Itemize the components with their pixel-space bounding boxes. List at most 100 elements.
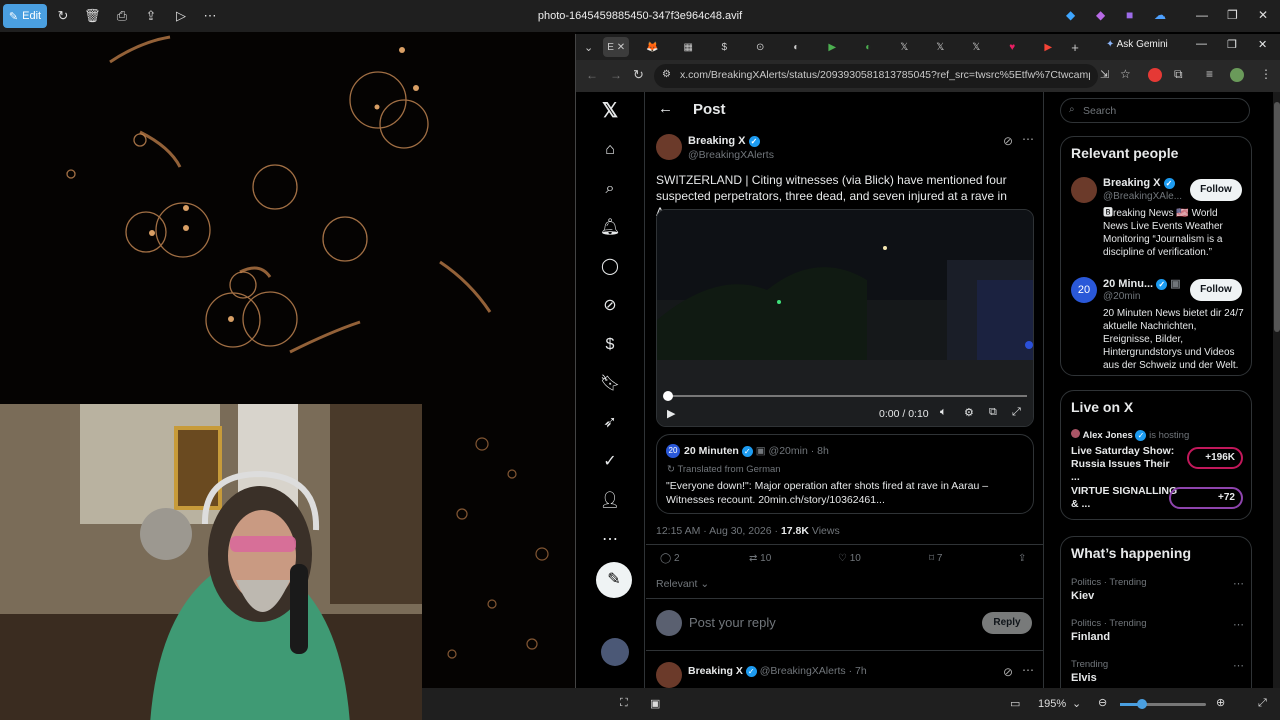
author-name-row[interactable]: Breaking X ✓ xyxy=(688,135,760,147)
video-player[interactable]: ▶ 0:00 / 0:10 🔈︎ ⚙ ⧉ ⤢ xyxy=(656,209,1034,427)
chat-icon[interactable]: ◯ xyxy=(599,256,621,278)
site-info-icon[interactable]: ⚙ xyxy=(662,69,671,80)
grok-icon[interactable]: ⊘ xyxy=(599,295,621,317)
post-more-icon[interactable]: ⋯ xyxy=(1022,132,1034,146)
page-scrollbar[interactable] xyxy=(1273,92,1280,688)
zoom-slider-thumb[interactable] xyxy=(1137,699,1147,709)
profile-icon[interactable]: 👤︎ xyxy=(599,490,621,512)
more-nav-icon[interactable]: ⋯ xyxy=(599,529,621,551)
play-icon[interactable]: ▶ xyxy=(667,407,675,420)
back-arrow-icon[interactable]: ← xyxy=(658,100,673,117)
bookmark-action[interactable]: ⌑ 7 xyxy=(929,553,942,564)
x-logo-icon[interactable]: 𝕏 xyxy=(599,100,621,122)
person-name-row[interactable]: Breaking X ✓ xyxy=(1103,177,1175,189)
home-icon[interactable]: ⌂ xyxy=(599,139,621,161)
live-title-2[interactable]: VIRTUE SIGNALLING & ... xyxy=(1071,485,1181,511)
compose-button[interactable]: ✎ xyxy=(596,562,632,598)
slideshow-icon[interactable]: ▷ xyxy=(173,8,189,24)
follow-button[interactable]: Follow xyxy=(1190,179,1242,201)
repost-action[interactable]: ⇄ 10 xyxy=(749,553,771,564)
video-scrubber[interactable] xyxy=(663,391,673,401)
zoom-out-icon[interactable]: ⊖ xyxy=(1098,696,1107,709)
bookmarks-icon[interactable]: 🔖︎ xyxy=(599,373,621,395)
aspect-icon[interactable]: ▭ xyxy=(1010,697,1020,710)
like-action[interactable]: ♡ 10 xyxy=(838,553,861,564)
trend-name-2[interactable]: Finland xyxy=(1071,631,1110,643)
minimize-browser-icon[interactable]: — xyxy=(1196,38,1207,50)
extensions-icon[interactable]: ⧉ xyxy=(1174,67,1183,82)
app-icon[interactable]: ◆ xyxy=(1066,8,1075,22)
settings-icon[interactable]: ⚙ xyxy=(964,406,974,419)
zoom-in-icon[interactable]: ⊕ xyxy=(1216,696,1225,709)
tab-4[interactable]: $ xyxy=(711,37,737,57)
tab-2[interactable]: 🦊 xyxy=(639,37,665,57)
video-progress[interactable] xyxy=(667,395,1027,397)
next-more-icon[interactable]: ⋯ xyxy=(1022,663,1034,677)
bookmark-star-icon[interactable]: ☆ xyxy=(1120,67,1131,81)
trend-more-icon-3[interactable]: ⋯ xyxy=(1233,659,1244,672)
tab-list-icon[interactable]: ⌄ xyxy=(584,41,593,54)
next-author-name[interactable]: Breaking X xyxy=(688,665,743,677)
post-timestamp[interactable]: 12:15 AM · Aug 30, 2026 · xyxy=(656,525,778,537)
profile-avatar[interactable] xyxy=(1230,68,1244,82)
browser-menu-icon[interactable]: ⋮ xyxy=(1260,67,1272,81)
media-icon[interactable]: ≡ xyxy=(1206,67,1213,81)
edit-button[interactable]: ✎ Edit xyxy=(3,4,47,28)
author-name[interactable]: Breaking X xyxy=(688,135,745,147)
volume-icon[interactable]: 🔈︎ xyxy=(940,406,947,419)
next-grok-icon[interactable]: ⊘ xyxy=(1003,665,1013,679)
fullscreen-icon[interactable]: ⤢ xyxy=(1012,406,1021,419)
forward-icon[interactable]: → xyxy=(610,68,622,82)
delete-icon[interactable]: 🗑 xyxy=(84,8,101,24)
person2-name-row[interactable]: 20 Minu... ✓ ▣ xyxy=(1103,277,1181,290)
ask-gemini-button[interactable]: ✦ Ask Gemini xyxy=(1106,39,1168,50)
zoom-slider[interactable] xyxy=(1120,699,1206,709)
zoom-dropdown-icon[interactable]: ⌄ xyxy=(1072,697,1081,710)
new-tab-icon[interactable]: + xyxy=(1071,40,1079,55)
back-icon[interactable]: ← xyxy=(586,68,598,82)
tab-5[interactable]: ⊙ xyxy=(747,37,773,57)
trend-more-icon-2[interactable]: ⋯ xyxy=(1233,618,1244,631)
share-action[interactable]: ⇪ xyxy=(1018,553,1026,564)
tab-13[interactable]: ▶ xyxy=(1035,37,1061,57)
jobs-icon[interactable]: ➶ xyxy=(599,412,621,434)
live-listeners-1[interactable]: +196K xyxy=(1187,447,1243,469)
person2-avatar[interactable]: 20 xyxy=(1071,277,1097,303)
reload-icon[interactable]: ↻ xyxy=(633,67,644,83)
quote-post[interactable]: 20 20 Minuten ✓ ▣ @20min · 8h ↻ Translat… xyxy=(656,434,1034,514)
person2-handle[interactable]: @20min xyxy=(1103,291,1140,302)
share-icon[interactable]: ⇪ xyxy=(143,8,159,24)
reply-button[interactable]: Reply xyxy=(982,612,1032,634)
reply-sort[interactable]: Relevant ⌄ xyxy=(656,578,709,590)
minimize-icon[interactable]: — xyxy=(1196,8,1208,22)
tab-9[interactable]: 𝕏 xyxy=(891,37,917,57)
adblock-icon[interactable] xyxy=(1148,68,1162,82)
search-input[interactable]: ⌕ Search xyxy=(1060,98,1250,123)
more-icon[interactable]: ⋯ xyxy=(202,8,218,24)
app2-icon[interactable]: ■ xyxy=(1126,8,1133,22)
ocr-icon[interactable]: ▣ xyxy=(650,697,660,710)
tab-3[interactable]: ▦ xyxy=(675,37,701,57)
reply-action[interactable]: ◯ 2 xyxy=(660,553,680,564)
author-handle[interactable]: @BreakingXAlerts xyxy=(688,149,774,161)
close-browser-icon[interactable]: ✕ xyxy=(1258,38,1267,51)
next-handle[interactable]: @BreakingXAlerts xyxy=(760,665,846,677)
live-title-1[interactable]: Live Saturday Show: Russia Issues Their … xyxy=(1071,445,1181,484)
tab-7[interactable]: ▶ xyxy=(819,37,845,57)
pip-icon[interactable]: ⧉ xyxy=(989,406,997,419)
expand-icon[interactable]: ⤢ xyxy=(1258,697,1267,710)
notifications-icon[interactable]: 🔔︎ xyxy=(599,217,621,239)
scrollbar-thumb[interactable] xyxy=(1274,102,1280,332)
tab-12[interactable]: ♥ xyxy=(999,37,1025,57)
tab-10[interactable]: 𝕏 xyxy=(927,37,953,57)
reply-input[interactable]: Post your reply xyxy=(689,615,776,630)
premium-icon[interactable]: $ xyxy=(599,334,621,356)
tab-6[interactable]: ◐ xyxy=(783,37,809,57)
trend-name[interactable]: Kiev xyxy=(1071,590,1094,602)
copilot-icon[interactable]: ◆ xyxy=(1096,8,1105,22)
trend-more-icon[interactable]: ⋯ xyxy=(1233,577,1244,590)
fit-icon[interactable]: ⛶ xyxy=(620,697,628,710)
tab-active[interactable]: E ✕ xyxy=(603,37,630,57)
author-avatar[interactable] xyxy=(656,134,682,160)
person-handle[interactable]: @BreakingXAle... xyxy=(1103,191,1182,202)
